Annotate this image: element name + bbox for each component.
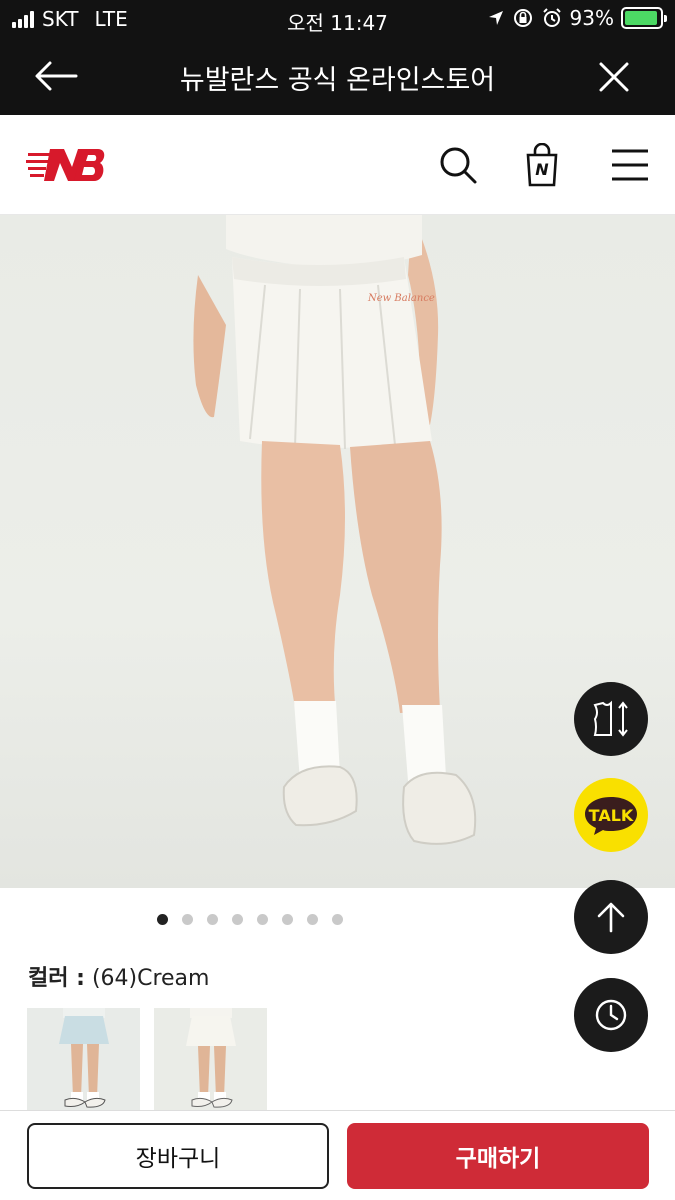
gallery-dot[interactable] bbox=[232, 914, 243, 925]
status-right: 93% bbox=[487, 6, 667, 30]
gallery-dot[interactable] bbox=[307, 914, 318, 925]
gallery-pagination bbox=[0, 914, 500, 925]
gallery-dot[interactable] bbox=[332, 914, 343, 925]
battery-fill bbox=[625, 11, 657, 25]
webview-title-bar: 뉴발란스 공식 온라인스토어 bbox=[0, 38, 675, 115]
add-to-cart-button[interactable]: 장바구니 bbox=[27, 1123, 329, 1189]
color-selection-label: 컬러 : (64)Cream bbox=[28, 960, 209, 992]
gallery-dot[interactable] bbox=[257, 914, 268, 925]
location-icon bbox=[488, 11, 503, 25]
recent-viewed-button[interactable] bbox=[574, 978, 648, 1052]
buy-now-button[interactable]: 구매하기 bbox=[347, 1123, 649, 1189]
battery-percent: 93% bbox=[569, 6, 614, 30]
bottom-action-bar: 장바구니 구매하기 bbox=[0, 1110, 675, 1200]
kakao-talk-label: TALK bbox=[588, 805, 634, 825]
gallery-dot[interactable] bbox=[157, 914, 168, 925]
page: SKT LTE 오전 11:47 93% 뉴발란스 공식 온라인스토어 N Ne… bbox=[0, 0, 675, 1200]
shopping-bag-icon[interactable]: N bbox=[520, 142, 564, 187]
color-value: (64)Cream bbox=[91, 966, 210, 991]
gallery-dot[interactable] bbox=[182, 914, 193, 925]
arrow-up-icon bbox=[597, 902, 625, 933]
rotation-lock-icon bbox=[513, 9, 532, 27]
status-bar: SKT LTE 오전 11:47 93% bbox=[0, 0, 675, 38]
swatch-cream-image bbox=[154, 1008, 267, 1110]
kakao-talk-button[interactable]: TALK bbox=[574, 778, 648, 852]
gallery-dot[interactable] bbox=[207, 914, 218, 925]
color-label-prefix: 컬러 : bbox=[28, 966, 85, 991]
alarm-icon bbox=[542, 8, 561, 27]
webview-title: 뉴발란스 공식 온라인스토어 bbox=[179, 65, 496, 96]
close-icon[interactable] bbox=[595, 58, 633, 96]
product-image[interactable]: New Balance bbox=[0, 215, 675, 888]
swatch-cream[interactable] bbox=[154, 1008, 267, 1110]
new-balance-logo[interactable] bbox=[26, 143, 106, 187]
svg-text:New Balance: New Balance bbox=[367, 293, 435, 304]
menu-icon[interactable] bbox=[608, 143, 652, 187]
size-guide-icon bbox=[593, 700, 628, 737]
size-guide-button[interactable] bbox=[574, 682, 648, 756]
bag-n-letter: N bbox=[535, 160, 549, 179]
gallery-dot[interactable] bbox=[282, 914, 293, 925]
battery-icon bbox=[621, 7, 667, 29]
model-wearing-skirt-illustration: New Balance bbox=[193, 215, 477, 845]
swatch-light-blue-image bbox=[27, 1008, 140, 1110]
scroll-top-button[interactable] bbox=[574, 880, 648, 954]
swatch-light-blue[interactable] bbox=[27, 1008, 140, 1110]
search-icon[interactable] bbox=[436, 143, 480, 187]
clock-icon bbox=[595, 999, 627, 1031]
site-header: N bbox=[0, 115, 675, 215]
